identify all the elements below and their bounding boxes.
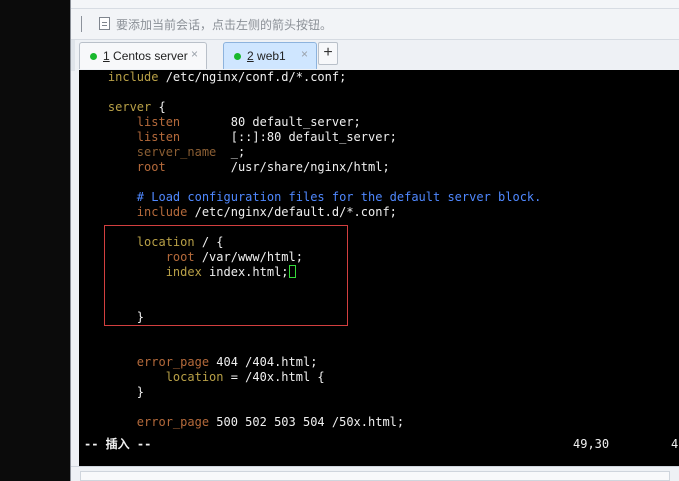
tab-web1[interactable]: 2 web1 × — [223, 42, 317, 69]
code-line: root /usr/share/nginx/html; — [79, 160, 679, 175]
code-line: listen [::]:80 default_server; — [79, 130, 679, 145]
code-token: error_page — [136, 355, 210, 369]
code-token: /usr/share/nginx/html; — [165, 160, 390, 174]
scroll-percent: 4 — [671, 437, 679, 451]
tab-label: 1 Centos server — [103, 49, 188, 63]
location-block-highlight — [104, 225, 348, 326]
code-line: error_page 500 502 503 504 /50x.html; — [79, 415, 679, 430]
top-strip — [71, 0, 679, 9]
code-token: include — [107, 70, 159, 84]
code-token: listen — [136, 115, 181, 129]
code-token: server_name — [136, 145, 217, 159]
connected-status-icon — [234, 53, 241, 60]
code-line: include /etc/nginx/default.d/*.conf; — [79, 205, 679, 220]
command-input-bar — [71, 466, 679, 481]
code-token: 500 502 503 504 /50x.html; — [209, 415, 405, 429]
new-tab-button[interactable]: + — [318, 42, 338, 65]
close-icon[interactable]: × — [301, 48, 308, 60]
session-tabs-bar: 1 Centos server × 2 web1 × + — [71, 40, 679, 71]
document-icon — [99, 17, 110, 30]
code-token: root — [136, 160, 166, 174]
terminal-editor[interactable]: include /etc/nginx/conf.d/*.conf; server… — [79, 70, 679, 466]
code-line: listen 80 default_server; — [79, 115, 679, 130]
close-icon[interactable]: × — [191, 48, 198, 60]
code-token: /etc/nginx/conf.d/*.conf; — [158, 70, 347, 84]
code-token: /etc/nginx/default.d/*.conf; — [187, 205, 397, 219]
tab-label: 2 web1 — [247, 49, 286, 63]
code-line: include /etc/nginx/conf.d/*.conf; — [79, 70, 679, 85]
screen: 要添加当前会话，点击左侧的箭头按钮。 1 Centos server × 2 w… — [0, 0, 679, 481]
code-line: server_name _; — [79, 145, 679, 160]
code-line: server { — [79, 100, 679, 115]
connected-status-icon — [90, 53, 97, 60]
code-token: 404 /404.html; — [209, 355, 318, 369]
terminal-app-window: 要添加当前会话，点击左侧的箭头按钮。 1 Centos server × 2 w… — [70, 0, 679, 481]
code-token: listen — [136, 130, 181, 144]
code-token: _; — [216, 145, 246, 159]
code-token: # Load configuration files for the defau… — [136, 190, 542, 204]
code-line: # Load configuration files for the defau… — [79, 190, 679, 205]
code-token: 80 default_server; — [180, 115, 361, 129]
toolbar-grip[interactable] — [81, 16, 82, 32]
tab-centos-server[interactable]: 1 Centos server × — [79, 42, 207, 69]
command-input[interactable] — [80, 471, 670, 481]
code-line: location = /40x.html { — [79, 370, 679, 385]
code-token: server — [107, 100, 152, 114]
left-dark-margin — [0, 0, 70, 481]
code-token: { — [151, 100, 166, 114]
session-hint-bar: 要添加当前会话，点击左侧的箭头按钮。 — [71, 9, 679, 40]
code-token: [::]:80 default_server; — [180, 130, 397, 144]
code-token: } — [136, 385, 145, 399]
vim-status-line: -- 插入 -- 49,30 4 — [79, 435, 679, 453]
vim-mode-indicator: -- 插入 -- — [84, 437, 152, 451]
cursor-position: 49,30 — [573, 437, 610, 451]
code-token: error_page — [136, 415, 210, 429]
code-token: = /40x.html { — [223, 370, 325, 384]
code-line: } — [79, 385, 679, 400]
tabs-grip — [71, 40, 75, 71]
code-line: error_page 404 /404.html; — [79, 355, 679, 370]
code-token: include — [136, 205, 188, 219]
session-hint-text: 要添加当前会话，点击左侧的箭头按钮。 — [116, 18, 333, 32]
code-token: location — [165, 370, 224, 384]
